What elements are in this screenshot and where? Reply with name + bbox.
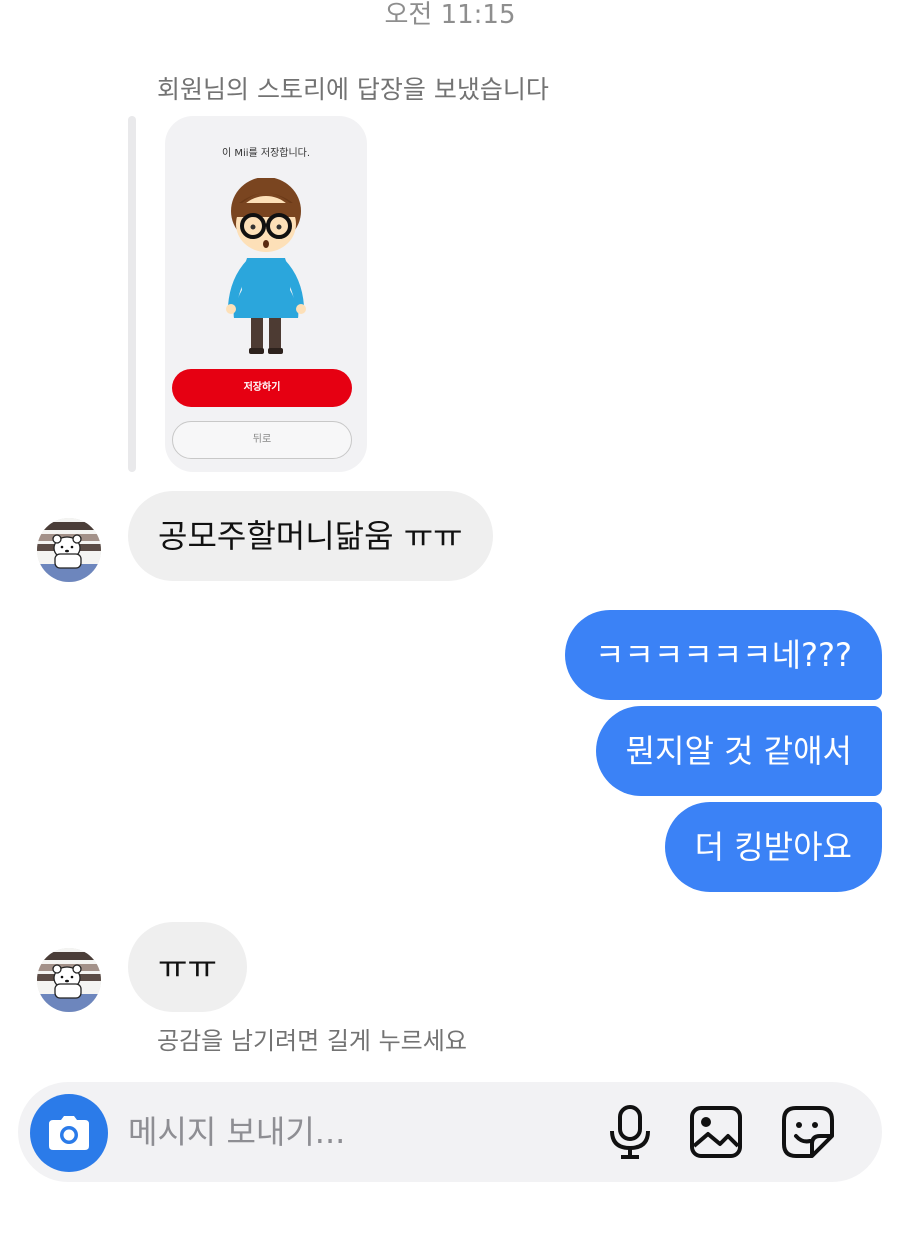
message-text: ㅋㅋㅋㅋㅋㅋ네??? xyxy=(594,636,852,674)
sender-avatar[interactable] xyxy=(37,948,101,1012)
avatar-bear-image xyxy=(37,518,101,582)
reaction-hint: 공감을 남기려면 길게 누르세요 xyxy=(157,1027,467,1055)
gallery-icon xyxy=(690,1106,742,1158)
story-back-button: 뒤로 xyxy=(172,421,352,459)
camera-button[interactable] xyxy=(30,1094,108,1172)
gallery-button[interactable] xyxy=(688,1104,744,1160)
message-text: 더 킹받아요 xyxy=(694,828,852,866)
message-input[interactable]: 메시지 보내기... xyxy=(128,1082,345,1182)
outgoing-message-bubble[interactable]: 뭔지알 것 같애서 xyxy=(595,706,882,796)
sticker-button[interactable] xyxy=(780,1104,836,1160)
message-text: 공모주할머니닮움 ㅠㅠ xyxy=(158,517,463,555)
story-reply-note: 회원님의 스토리에 답장을 보냈습니다 xyxy=(157,75,549,104)
story-save-button: 저장하기 xyxy=(172,369,352,407)
microphone-button[interactable] xyxy=(602,1104,658,1160)
mii-character-image xyxy=(226,178,306,354)
avatar-bear-image xyxy=(37,948,101,1012)
incoming-message-bubble[interactable]: ㅠㅠ xyxy=(128,922,247,1012)
message-text: 뭔지알 것 같애서 xyxy=(625,732,852,770)
story-preview-card[interactable]: 이 Mii를 저장합니다. 저장하기 뒤로 xyxy=(165,116,367,472)
incoming-message-bubble[interactable]: 공모주할머니닮움 ㅠㅠ xyxy=(128,491,493,581)
microphone-icon xyxy=(610,1105,650,1159)
message-text: ㅠㅠ xyxy=(158,948,217,986)
camera-icon xyxy=(49,1116,89,1150)
chat-timestamp: 오전 11:15 xyxy=(384,0,516,30)
outgoing-message-bubble[interactable]: ㅋㅋㅋㅋㅋㅋ네??? xyxy=(564,610,882,700)
outgoing-message-bubble[interactable]: 더 킹받아요 xyxy=(664,802,882,892)
sticker-icon xyxy=(782,1106,834,1158)
sender-avatar[interactable] xyxy=(37,518,101,582)
story-card-title: 이 Mii를 저장합니다. xyxy=(221,148,311,159)
message-composer: 메시지 보내기... xyxy=(18,1082,882,1182)
story-reply-bar xyxy=(128,116,136,472)
